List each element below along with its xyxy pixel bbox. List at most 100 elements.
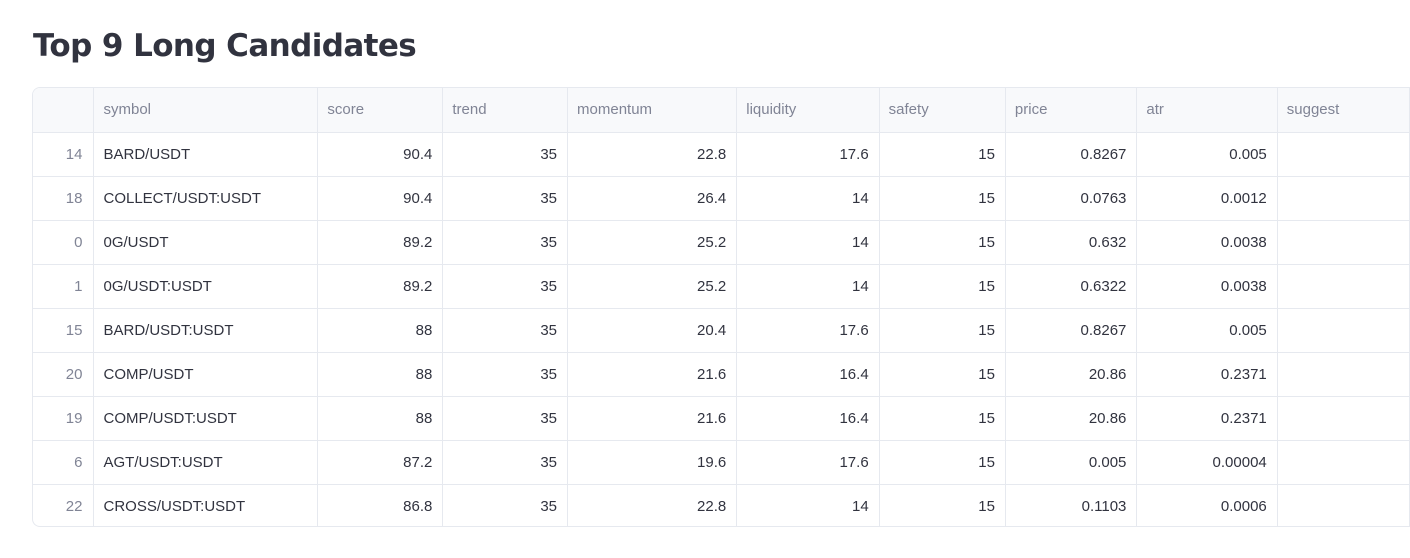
liquidity-cell[interactable]: 14 xyxy=(736,220,880,265)
suggest-cell[interactable] xyxy=(1277,484,1410,526)
column-header-atr[interactable]: atr xyxy=(1136,88,1278,133)
score-cell[interactable]: 90.4 xyxy=(317,132,444,177)
safety-cell[interactable]: 15 xyxy=(879,176,1006,221)
safety-cell[interactable]: 15 xyxy=(879,220,1006,265)
suggest-cell[interactable] xyxy=(1277,264,1410,309)
liquidity-cell[interactable]: 14 xyxy=(736,264,880,309)
score-cell[interactable]: 89.2 xyxy=(317,264,444,309)
price-cell[interactable]: 20.86 xyxy=(1005,396,1138,441)
symbol-cell[interactable]: AGT/USDT:USDT xyxy=(93,440,319,485)
column-header-trend[interactable]: trend xyxy=(442,88,569,133)
momentum-cell[interactable]: 19.6 xyxy=(567,440,738,485)
momentum-cell[interactable]: 22.8 xyxy=(567,132,738,177)
trend-cell[interactable]: 35 xyxy=(442,220,569,265)
trend-cell[interactable]: 35 xyxy=(442,176,569,221)
score-cell[interactable]: 90.4 xyxy=(317,176,444,221)
column-header-price[interactable]: price xyxy=(1005,88,1138,133)
momentum-cell[interactable]: 25.2 xyxy=(567,220,738,265)
column-header-index[interactable] xyxy=(33,88,95,133)
atr-cell[interactable]: 0.00004 xyxy=(1136,440,1278,485)
momentum-cell[interactable]: 25.2 xyxy=(567,264,738,309)
suggest-cell[interactable] xyxy=(1277,308,1410,353)
safety-cell[interactable]: 15 xyxy=(879,352,1006,397)
liquidity-cell[interactable]: 17.6 xyxy=(736,132,880,177)
atr-cell[interactable]: 0.005 xyxy=(1136,132,1278,177)
price-cell[interactable]: 0.0763 xyxy=(1005,176,1138,221)
trend-cell[interactable]: 35 xyxy=(442,484,569,526)
row-index-cell: 20 xyxy=(33,352,95,397)
atr-cell[interactable]: 0.0006 xyxy=(1136,484,1278,526)
suggest-cell[interactable] xyxy=(1277,132,1410,177)
suggest-cell[interactable] xyxy=(1277,220,1410,265)
candidates-table[interactable]: symbol score trend momentum liquidity sa… xyxy=(32,87,1410,527)
column-header-liquidity[interactable]: liquidity xyxy=(736,88,880,133)
score-cell[interactable]: 88 xyxy=(317,352,444,397)
momentum-cell[interactable]: 21.6 xyxy=(567,396,738,441)
row-index-cell: 19 xyxy=(33,396,95,441)
symbol-cell[interactable]: BARD/USDT:USDT xyxy=(93,308,319,353)
symbol-cell[interactable]: CROSS/USDT:USDT xyxy=(93,484,319,526)
price-cell[interactable]: 0.6322 xyxy=(1005,264,1138,309)
momentum-cell[interactable]: 22.8 xyxy=(567,484,738,526)
momentum-cell[interactable]: 21.6 xyxy=(567,352,738,397)
symbol-cell[interactable]: COMP/USDT:USDT xyxy=(93,396,319,441)
score-cell[interactable]: 89.2 xyxy=(317,220,444,265)
column-header-momentum[interactable]: momentum xyxy=(567,88,738,133)
liquidity-cell[interactable]: 14 xyxy=(736,484,880,526)
symbol-cell[interactable]: COMP/USDT xyxy=(93,352,319,397)
liquidity-cell[interactable]: 14 xyxy=(736,176,880,221)
symbol-cell[interactable]: COLLECT/USDT:USDT xyxy=(93,176,319,221)
safety-cell[interactable]: 15 xyxy=(879,440,1006,485)
suggest-cell[interactable] xyxy=(1277,396,1410,441)
price-cell[interactable]: 0.8267 xyxy=(1005,132,1138,177)
trend-cell[interactable]: 35 xyxy=(442,396,569,441)
table-row: 18 COLLECT/USDT:USDT 90.4 35 26.4 14 15 … xyxy=(33,176,1410,221)
score-cell[interactable]: 88 xyxy=(317,308,444,353)
trend-cell[interactable]: 35 xyxy=(442,308,569,353)
liquidity-cell[interactable]: 16.4 xyxy=(736,352,880,397)
atr-cell[interactable]: 0.0038 xyxy=(1136,220,1278,265)
trend-cell[interactable]: 35 xyxy=(442,132,569,177)
liquidity-cell[interactable]: 16.4 xyxy=(736,396,880,441)
atr-cell[interactable]: 0.2371 xyxy=(1136,396,1278,441)
score-cell[interactable]: 88 xyxy=(317,396,444,441)
price-cell[interactable]: 0.1103 xyxy=(1005,484,1138,526)
safety-cell[interactable]: 15 xyxy=(879,132,1006,177)
price-cell[interactable]: 0.005 xyxy=(1005,440,1138,485)
liquidity-cell[interactable]: 17.6 xyxy=(736,308,880,353)
column-header-safety[interactable]: safety xyxy=(879,88,1006,133)
symbol-cell[interactable]: BARD/USDT xyxy=(93,132,319,177)
suggest-cell[interactable] xyxy=(1277,352,1410,397)
score-cell[interactable]: 87.2 xyxy=(317,440,444,485)
safety-cell[interactable]: 15 xyxy=(879,396,1006,441)
safety-cell[interactable]: 15 xyxy=(879,484,1006,526)
trend-cell[interactable]: 35 xyxy=(442,264,569,309)
atr-cell[interactable]: 0.0038 xyxy=(1136,264,1278,309)
atr-cell[interactable]: 0.0012 xyxy=(1136,176,1278,221)
suggest-cell[interactable] xyxy=(1277,176,1410,221)
atr-cell[interactable]: 0.005 xyxy=(1136,308,1278,353)
momentum-cell[interactable]: 20.4 xyxy=(567,308,738,353)
safety-cell[interactable]: 15 xyxy=(879,264,1006,309)
symbol-cell[interactable]: 0G/USDT xyxy=(93,220,319,265)
suggest-cell[interactable] xyxy=(1277,440,1410,485)
trend-cell[interactable]: 35 xyxy=(442,440,569,485)
symbol-cell[interactable]: 0G/USDT:USDT xyxy=(93,264,319,309)
price-cell[interactable]: 0.8267 xyxy=(1005,308,1138,353)
trend-cell[interactable]: 35 xyxy=(442,352,569,397)
column-header-suggest[interactable]: suggest xyxy=(1277,88,1410,133)
safety-cell[interactable]: 15 xyxy=(879,308,1006,353)
atr-cell[interactable]: 0.2371 xyxy=(1136,352,1278,397)
header-row: symbol score trend momentum liquidity sa… xyxy=(33,88,1410,133)
table-row: 14 BARD/USDT 90.4 35 22.8 17.6 15 0.8267… xyxy=(33,132,1410,177)
liquidity-cell[interactable]: 17.6 xyxy=(736,440,880,485)
price-cell[interactable]: 0.632 xyxy=(1005,220,1138,265)
score-cell[interactable]: 86.8 xyxy=(317,484,444,526)
row-index-cell: 15 xyxy=(33,308,95,353)
momentum-cell[interactable]: 26.4 xyxy=(567,176,738,221)
column-header-symbol[interactable]: symbol xyxy=(93,88,319,133)
row-index-cell: 1 xyxy=(33,264,95,309)
column-header-score[interactable]: score xyxy=(317,88,444,133)
table-row: 20 COMP/USDT 88 35 21.6 16.4 15 20.86 0.… xyxy=(33,352,1410,397)
price-cell[interactable]: 20.86 xyxy=(1005,352,1138,397)
